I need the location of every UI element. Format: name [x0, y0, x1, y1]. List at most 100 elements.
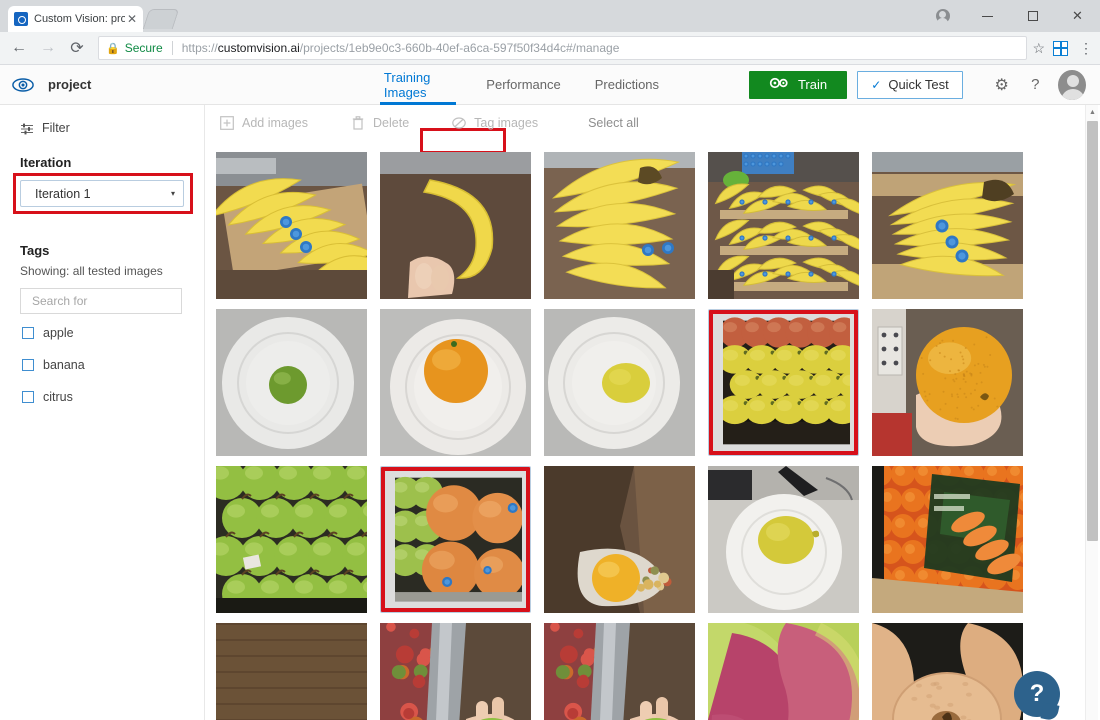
- image-thumbnail-green-apple-in-hand[interactable]: [380, 623, 531, 720]
- tab-predictions[interactable]: Predictions: [589, 65, 665, 105]
- filter-label: Filter: [42, 121, 70, 135]
- image-thumbnail-single-banana-in-hand[interactable]: [380, 152, 531, 299]
- omnibox-divider: [171, 41, 173, 55]
- close-window-icon[interactable]: ✕: [1055, 0, 1100, 32]
- custom-vision-eye-icon: [12, 74, 34, 96]
- url-domain: customvision.ai: [217, 41, 300, 55]
- tab-performance-label: Performance: [486, 77, 561, 92]
- delete-button[interactable]: Delete: [350, 115, 409, 130]
- add-images-label: Add images: [242, 115, 309, 130]
- url-prefix: https://: [181, 41, 218, 55]
- select-all-button[interactable]: Select all: [588, 116, 639, 130]
- help-chat-button[interactable]: ?: [1014, 671, 1060, 717]
- image-thumbnail-apple-top-closeup[interactable]: [872, 623, 1023, 720]
- reload-icon[interactable]: ⟳: [64, 35, 90, 61]
- gears-icon: [769, 76, 791, 93]
- new-tab-button[interactable]: [142, 9, 180, 29]
- tag-search-box[interactable]: [20, 288, 182, 314]
- tag-icon: [451, 115, 466, 130]
- bookmark-star-icon[interactable]: ☆: [1032, 40, 1045, 57]
- browser-titlebar: Custom Vision: project - ✕ ✕: [0, 0, 1100, 32]
- filter-row[interactable]: Filter: [0, 117, 204, 139]
- url-path: /projects/1eb9e0c3-660b-40ef-a6ca-597f50…: [299, 41, 620, 55]
- iteration-select[interactable]: Iteration 1 ▾: [20, 180, 184, 207]
- image-thumbnail-lime-on-white-plate[interactable]: [216, 309, 367, 456]
- scrollbar-thumb[interactable]: [1087, 121, 1098, 541]
- image-thumbnail-lemons-in-crate[interactable]: [708, 309, 859, 456]
- browser-menu-icon[interactable]: ⋮: [1078, 41, 1094, 55]
- image-thumbnail-orange-in-paper-bag[interactable]: [544, 466, 695, 613]
- url-text: https://customvision.ai/projects/1eb9e0c…: [182, 41, 620, 55]
- image-thumbnail-oranges-in-crate[interactable]: [380, 466, 531, 613]
- image-thumbnail-banana-bunch-on-crate[interactable]: [872, 152, 1023, 299]
- image-thumbnail-green-apple-in-hand-2[interactable]: [544, 623, 695, 720]
- extension-icon[interactable]: [1053, 40, 1068, 56]
- image-thumbnail-lemon-on-plate-desk[interactable]: [708, 466, 859, 613]
- tag-images-label: Tag images: [474, 115, 539, 130]
- iteration-heading: Iteration: [20, 155, 72, 170]
- tab-predictions-label: Predictions: [594, 77, 660, 92]
- close-tab-icon[interactable]: ✕: [127, 12, 137, 26]
- image-thumbnail-lemon-on-white-plate[interactable]: [544, 309, 695, 456]
- tag-item-banana[interactable]: banana: [0, 352, 204, 378]
- browser-window: Custom Vision: project - ✕ ✕ ← → ⟳ 🔒 Sec…: [0, 0, 1100, 720]
- image-thumbnail-mandarins-in-mesh-bags[interactable]: [872, 466, 1023, 613]
- image-thumbnail-red-apple-on-wood[interactable]: [216, 623, 367, 720]
- delete-label: Delete: [373, 115, 410, 130]
- train-button-label: Train: [797, 77, 828, 92]
- tag-label-citrus: citrus: [43, 390, 73, 404]
- train-button[interactable]: Train: [749, 70, 848, 99]
- checkbox-banana[interactable]: [22, 359, 34, 371]
- sidebar: Filter Iteration Iteration 1 ▾ Tags Show…: [0, 105, 205, 720]
- tab-performance[interactable]: Performance: [480, 65, 566, 105]
- tags-heading: Tags: [20, 243, 50, 258]
- iteration-select-value: Iteration 1: [35, 186, 91, 201]
- scroll-up-arrow-icon[interactable]: ▲: [1086, 105, 1099, 120]
- quick-test-button-label: Quick Test: [888, 77, 949, 92]
- chevron-down-icon: ▾: [170, 189, 175, 198]
- quick-test-button[interactable]: ✓ Quick Test: [857, 70, 964, 99]
- checkbox-citrus[interactable]: [22, 391, 34, 403]
- main-content: Add images Delete Tag images Select all …: [205, 105, 1100, 720]
- forward-icon[interactable]: →: [35, 35, 61, 61]
- image-thumbnail-orange-held-in-hand[interactable]: [872, 309, 1023, 456]
- tab-training-images[interactable]: Training Images: [378, 65, 458, 105]
- showing-text: Showing: all tested images: [20, 264, 163, 278]
- custom-vision-favicon-icon: [14, 12, 28, 26]
- tag-search-input[interactable]: [30, 293, 172, 309]
- image-thumbnail-bananas-on-store-shelf[interactable]: [216, 152, 367, 299]
- image-thumbnail-pink-apples-closeup[interactable]: [708, 623, 859, 720]
- image-grid: [216, 140, 1100, 720]
- help-chat-label: ?: [1029, 680, 1045, 707]
- tag-item-apple[interactable]: apple: [0, 320, 204, 346]
- image-thumbnail-green-apples-in-crate[interactable]: [216, 466, 367, 613]
- checkbox-apple[interactable]: [22, 327, 34, 339]
- add-images-button[interactable]: Add images: [219, 115, 308, 130]
- trash-icon: [350, 115, 365, 130]
- tag-item-citrus[interactable]: citrus: [0, 384, 204, 410]
- image-thumbnail-banana-bunch-closeup[interactable]: [544, 152, 695, 299]
- settings-gear-icon[interactable]: ⚙: [985, 75, 1018, 95]
- image-toolbar: Add images Delete Tag images Select all: [205, 105, 1100, 140]
- browser-profile-icon[interactable]: [920, 0, 965, 32]
- maximize-icon[interactable]: [1010, 0, 1055, 32]
- select-all-label: Select all: [588, 115, 639, 130]
- image-thumbnail-banana-display-stand[interactable]: [708, 152, 859, 299]
- browser-tab[interactable]: Custom Vision: project - ✕: [8, 6, 143, 32]
- avatar[interactable]: [1058, 69, 1086, 100]
- app-header: project Training Images Performance Pred…: [0, 65, 1100, 154]
- filter-icon: [20, 122, 34, 135]
- tag-images-button[interactable]: Tag images: [451, 115, 538, 130]
- browser-navbar: ← → ⟳ 🔒 Secure https://customvision.ai/p…: [0, 32, 1100, 65]
- help-question-icon[interactable]: ?: [1024, 76, 1046, 93]
- vertical-scrollbar[interactable]: ▲ ▼: [1085, 105, 1098, 720]
- image-thumbnail-orange-on-white-plate[interactable]: [380, 309, 531, 456]
- back-icon[interactable]: ←: [6, 35, 32, 61]
- project-name: project: [48, 77, 92, 92]
- minimize-icon[interactable]: [965, 0, 1010, 32]
- app-brand[interactable]: project: [0, 74, 190, 96]
- add-images-icon: [219, 115, 234, 130]
- tag-label-banana: banana: [43, 358, 85, 372]
- address-bar[interactable]: 🔒 Secure https://customvision.ai/project…: [98, 36, 1028, 60]
- secure-label: Secure: [124, 41, 163, 55]
